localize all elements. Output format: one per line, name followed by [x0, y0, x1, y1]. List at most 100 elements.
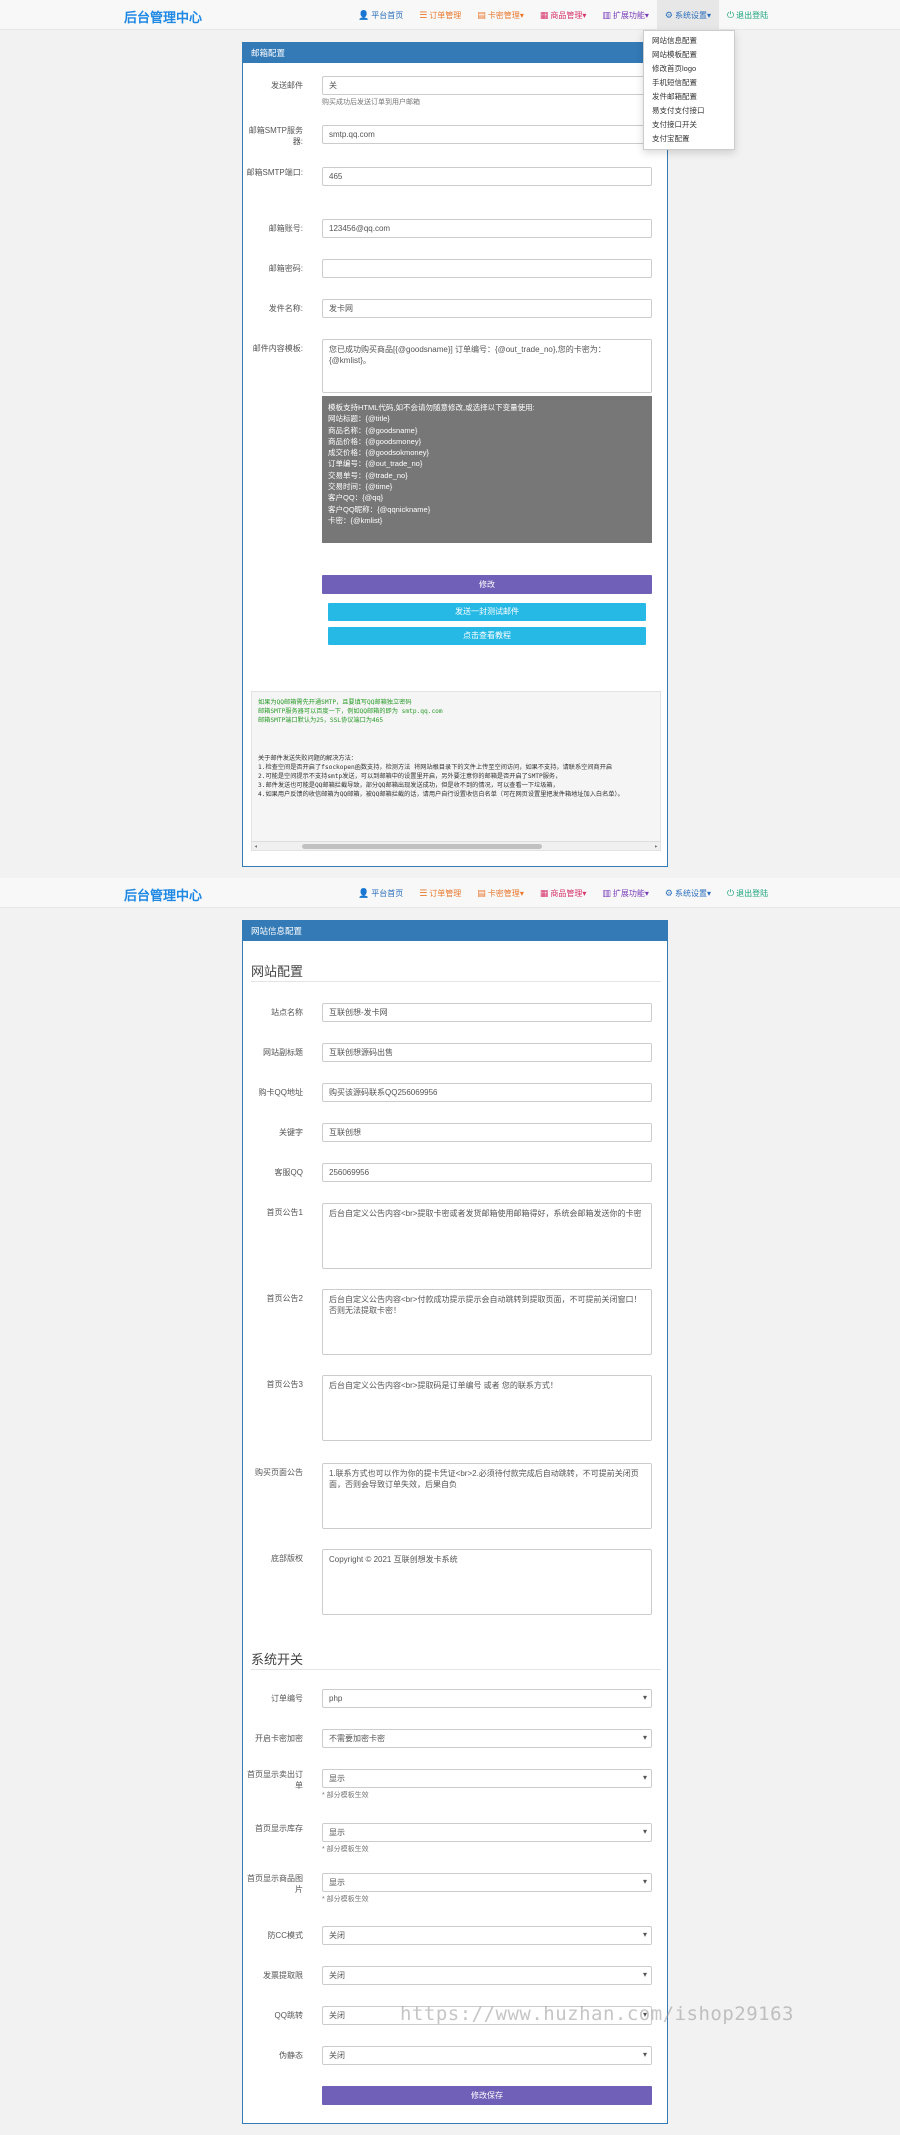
code-line: 4.如果用户反馈的收信邮箱为QQ邮箱，被QQ邮箱拦截的话，请用户自行设置收信白名… — [258, 791, 624, 799]
field-label: 发票提取限 — [263, 1971, 303, 1980]
show-sold-orders-select[interactable]: 显示 — [322, 1769, 652, 1788]
menu-item-logo[interactable]: 修改首页logo — [644, 62, 734, 76]
help-text: * 部分模板生效 — [322, 1792, 369, 1799]
nav-item-logout[interactable]: ⏻ 退出登陆 — [719, 878, 776, 908]
notice1-textarea[interactable]: 后台自定义公告内容<br>提取卡密或者发货邮箱使用邮箱得好，系统会邮箱发送你的卡… — [322, 1203, 652, 1269]
sender-name-input[interactable]: 发卡网 — [322, 299, 652, 318]
scroll-right-icon[interactable]: ▸ — [654, 842, 658, 850]
field-label: 发送邮件 — [271, 81, 303, 90]
field-label: 邮箱SMTP端口: — [246, 168, 303, 177]
card-icon: ▤ — [477, 888, 486, 898]
field-label: 首页公告2 — [266, 1294, 303, 1303]
field-label: 伪静态 — [279, 2051, 303, 2060]
field-label: 关键字 — [279, 1128, 303, 1137]
site-config-panel: 网站信息配置 网站配置 站点名称 互联创想-发卡网 网站副标题 互联创想源码出售… — [242, 920, 668, 2124]
menu-item-epay[interactable]: 易支付支付接口 — [644, 104, 734, 118]
nav-item-goods[interactable]: ▦ 商品管理▾ — [532, 0, 595, 30]
code-line: 如果为QQ邮箱需先开通SMTP，且要填写QQ邮箱独立密码 — [258, 699, 412, 706]
notice3-textarea[interactable]: 后台自定义公告内容<br>提取码是订单编号 或者 您的联系方式！ — [322, 1375, 652, 1441]
menu-item-alipay[interactable]: 支付宝配置 — [644, 132, 734, 146]
anti-cc-select[interactable]: 关闭 — [322, 1926, 652, 1945]
list-icon: ☰ — [419, 10, 428, 20]
nav-item-settings[interactable]: ⚙ 系统设置▾ — [657, 878, 719, 908]
nav-item-extensions[interactable]: ▥ 扩展功能▾ — [594, 0, 657, 30]
purchase-url-input[interactable]: 购买该源码联系QQ256069956 — [322, 1083, 652, 1102]
gear-icon: ⚙ — [664, 10, 673, 20]
nav-item-orders[interactable]: ☰ 订单管理 — [411, 0, 469, 30]
scroll-left-icon[interactable]: ◂ — [254, 842, 258, 850]
nav-item-home[interactable]: 👤 平台首页 — [350, 878, 411, 908]
top-navbar-2: 后台管理中心 👤 平台首页 ☰ 订单管理 ▤ 卡密管理▾ ▦ 商品管理▾ ▥ 扩展功能▾ … — [0, 878, 900, 908]
rewrite-select[interactable]: 关闭 — [322, 2046, 652, 2065]
template-vars-box: 模板支持HTML代码,如不会请勿随意修改,或选择以下变量使用: 网站标题：{@t… — [322, 396, 652, 543]
vars-line: 交易时间：{@time} — [328, 482, 393, 492]
menu-item-sms[interactable]: 手机短信配置 — [644, 76, 734, 90]
save-site-button[interactable]: 修改保存 — [322, 2086, 652, 2105]
send-mail-select[interactable]: 关 — [322, 76, 652, 95]
code-spacer — [258, 726, 654, 754]
logout-icon: ⏻ — [726, 888, 735, 898]
show-stock-select[interactable]: 显示 — [322, 1823, 652, 1842]
menu-item-mail[interactable]: 发件邮箱配置 — [644, 90, 734, 104]
menu-item-pay-switch[interactable]: 支付接口开关 — [644, 118, 734, 132]
nav-item-cards[interactable]: ▤ 卡密管理▾ — [469, 878, 532, 908]
section-divider — [251, 1669, 661, 1670]
field-label: 底部版权 — [271, 1554, 303, 1563]
nav-item-orders[interactable]: ☰ 订单管理 — [411, 878, 469, 908]
show-images-select[interactable]: 显示 — [322, 1873, 652, 1892]
site-title-input[interactable]: 互联创想源码出售 — [322, 1043, 652, 1062]
order-no-select[interactable]: php — [322, 1689, 652, 1708]
brand-logo[interactable]: 后台管理中心 — [124, 885, 202, 904]
menu-item-template[interactable]: 网站模板配置 — [644, 48, 734, 62]
service-qq-input[interactable]: 256069956 — [322, 1163, 652, 1182]
nav-item-settings[interactable]: ⚙ 系统设置▾ — [656, 0, 719, 30]
horizontal-scrollbar[interactable]: ◂ ▸ — [252, 841, 660, 850]
mail-template-textarea[interactable]: 您已成功购买商品[{@goodsname}] 订单编号：{@out_trade_… — [322, 339, 652, 393]
field-label: 首页显示卖出订单 — [247, 1770, 303, 1790]
help-text: * 部分模板生效 — [322, 1896, 369, 1903]
vars-line: 客户QQ昵称：{@qqnickname} — [328, 504, 431, 514]
scrollbar-thumb[interactable] — [302, 844, 542, 849]
nav-item-cards[interactable]: ▤ 卡密管理▾ — [469, 0, 532, 30]
field-label: 网站副标题 — [263, 1048, 303, 1057]
nav-item-home[interactable]: 👤 平台首页 — [350, 0, 411, 30]
copyright-textarea[interactable]: Copyright © 2021 互联创想发卡系统 — [322, 1549, 652, 1615]
field-label: 发件名称: — [268, 304, 303, 313]
send-test-mail-button[interactable]: 发送一封测试邮件 — [328, 603, 646, 621]
view-tutorial-button[interactable]: 点击查看教程 — [328, 627, 646, 645]
nav-item-label: 平台首页 — [371, 11, 404, 20]
panel-title: 邮箱配置 — [243, 43, 667, 63]
grid-icon: ▦ — [539, 888, 549, 898]
code-line: 关于邮件发送失败问题的解决方法： — [258, 754, 357, 762]
pay-notice-textarea[interactable]: 1.联系方式也可以作为你的提卡凭证<br>2.必须待付款完成后自动跳转，不可提前… — [322, 1463, 652, 1529]
field-label: 邮箱SMTP服务器: — [248, 126, 303, 146]
brand-logo[interactable]: 后台管理中心 — [124, 7, 202, 26]
vars-line: 模板支持HTML代码,如不会请勿随意修改,或选择以下变量使用: — [328, 403, 535, 412]
nav-item-logout[interactable]: ⏻ 退出登陆 — [719, 0, 776, 30]
field-label: 购买页面公告 — [255, 1468, 303, 1477]
user-icon: 👤 — [358, 888, 370, 898]
caret-down-icon: ▾ — [519, 11, 524, 20]
site-name-input[interactable]: 互联创想-发卡网 — [322, 1003, 652, 1022]
invoice-select[interactable]: 关闭 — [322, 1966, 652, 1985]
smtp-server-input[interactable]: smtp.qq.com — [322, 125, 652, 144]
nav-item-label: 平台首页 — [371, 889, 404, 898]
mail-account-input[interactable]: 123456@qq.com — [322, 219, 652, 238]
smtp-port-input[interactable]: 465 — [322, 167, 652, 186]
save-mail-button[interactable]: 修改 — [322, 575, 652, 594]
card-encrypt-select[interactable]: 不需要加密卡密 — [322, 1729, 652, 1748]
code-line: 邮箱SMTP端口默认为25，SSL协议端口为465 — [258, 717, 384, 725]
mail-password-input[interactable] — [322, 259, 652, 278]
notice2-textarea[interactable]: 后台自定义公告内容<br>付款成功提示提示会自动跳转到提取页面，不可提前关闭窗口… — [322, 1289, 652, 1355]
keywords-input[interactable]: 互联创想 — [322, 1123, 652, 1142]
nav-item-extensions[interactable]: ▥ 扩展功能▾ — [594, 878, 657, 908]
gear-icon: ⚙ — [664, 888, 673, 898]
menu-item-site-info[interactable]: 网站信息配置 — [644, 34, 734, 48]
top-navbar: 后台管理中心 👤 平台首页 ☰ 订单管理 ▤ 卡密管理▾ ▦ 商品管理▾ ▥ 扩展功能▾ … — [0, 0, 900, 30]
nav-item-goods[interactable]: ▦ 商品管理▾ — [532, 878, 595, 908]
vars-line: 交易单号：{@trade_no} — [328, 470, 408, 480]
caret-down-icon: ▾ — [519, 889, 524, 898]
nav-item-label: 卡密管理 — [487, 11, 520, 20]
field-label: 首页公告1 — [266, 1208, 303, 1217]
field-label: QQ跳转 — [274, 2011, 303, 2020]
